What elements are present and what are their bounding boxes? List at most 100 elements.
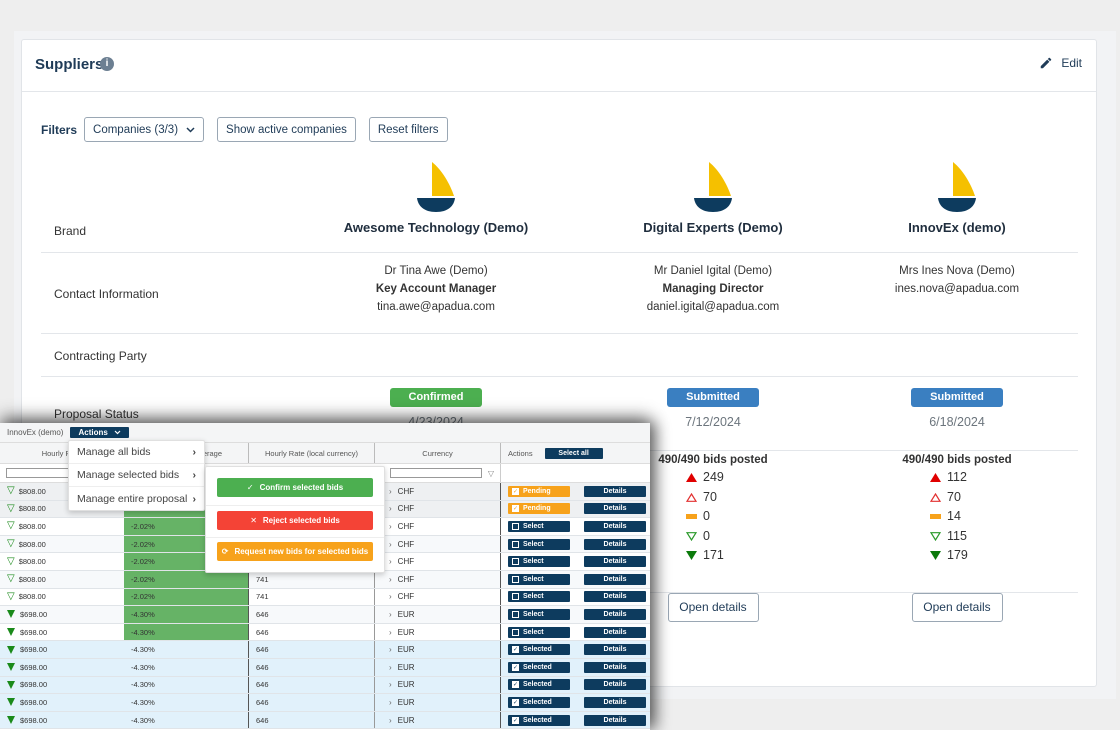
- menu-item-manage-all-bids[interactable]: Manage all bids ›: [69, 441, 204, 464]
- select-bid-toggle[interactable]: Select: [508, 626, 570, 638]
- details-button[interactable]: Details: [584, 626, 646, 638]
- triangle-down-outline-icon: ▽: [7, 573, 15, 585]
- select-bid-toggle[interactable]: ✓ Pending: [508, 485, 570, 497]
- triangle-up-filled-red-icon: [929, 473, 941, 483]
- select-bid-toggle[interactable]: Select: [508, 556, 570, 568]
- details-button[interactable]: Details: [584, 608, 646, 620]
- details-button[interactable]: Details: [584, 714, 646, 726]
- cell-currency[interactable]: › EUR: [375, 711, 501, 729]
- table-row: $698.00 -4.30% 646 › EUR ✓ Selected Details: [0, 641, 650, 659]
- details-button[interactable]: Details: [584, 556, 646, 568]
- bid-stat: 112: [847, 468, 1067, 488]
- select-bid-toggle[interactable]: Select: [508, 591, 570, 603]
- deviation-value: -4.30%: [131, 662, 155, 672]
- info-icon[interactable]: i: [100, 57, 114, 71]
- cell-currency[interactable]: › EUR: [375, 694, 501, 711]
- cell-currency[interactable]: › EUR: [375, 658, 501, 676]
- details-button[interactable]: Details: [584, 573, 646, 585]
- confirm-selected-bids-button[interactable]: ✓ Confirm selected bids: [217, 478, 373, 497]
- cell-hourly-rate: ▽ $808.00: [0, 553, 124, 570]
- chevron-right-icon: ›: [389, 715, 392, 725]
- status-badge: Confirmed: [390, 388, 482, 407]
- details-button[interactable]: Details: [584, 644, 646, 656]
- select-state-label: Selected: [523, 663, 552, 671]
- cell-currency[interactable]: › EUR: [375, 623, 501, 641]
- select-bid-toggle[interactable]: ✓ Selected: [508, 714, 570, 726]
- chevron-right-icon: ›: [389, 662, 392, 672]
- edit-button[interactable]: Edit: [1039, 56, 1082, 70]
- bid-stat: 70: [847, 488, 1067, 508]
- deviation-value: -4.30%: [131, 715, 155, 725]
- cell-currency[interactable]: › EUR: [375, 676, 501, 694]
- triangle-down-outline-icon: ▽: [7, 502, 15, 514]
- cell-local-rate: 646: [249, 676, 375, 694]
- cell-actions: ✓ Pending Details: [501, 501, 650, 518]
- select-all-button[interactable]: Select all: [544, 447, 603, 459]
- cell-hourly-rate: $698.00: [0, 641, 124, 658]
- actions-dropdown-button[interactable]: Actions: [70, 427, 129, 438]
- cell-currency[interactable]: › CHF: [375, 588, 501, 606]
- edit-label: Edit: [1061, 56, 1082, 70]
- select-state-label: Select: [523, 575, 544, 583]
- menu-item-manage-entire-proposal[interactable]: Manage entire proposal ›: [69, 487, 204, 510]
- select-bid-toggle[interactable]: ✓ Selected: [508, 696, 570, 708]
- open-details-button[interactable]: Open details: [911, 592, 1003, 622]
- menu-item-label: Manage entire proposal: [77, 492, 188, 505]
- table-row: ▽$808.00 -2.02% 741 › CHF Select Details: [0, 588, 650, 607]
- select-bid-toggle[interactable]: ✓ Selected: [508, 644, 570, 656]
- details-button[interactable]: Details: [584, 538, 646, 550]
- filter-icon[interactable]: ▽: [488, 469, 494, 478]
- open-details-button[interactable]: Open details: [667, 592, 759, 622]
- select-bid-toggle[interactable]: Select: [508, 520, 570, 532]
- chevron-right-icon: ›: [192, 446, 197, 458]
- cell-currency[interactable]: › CHF: [375, 483, 501, 500]
- show-active-companies-button[interactable]: Show active companies: [217, 117, 356, 142]
- details-button[interactable]: Details: [584, 503, 646, 515]
- cell-currency[interactable]: › CHF: [375, 500, 501, 518]
- chevron-right-icon: ›: [389, 504, 392, 514]
- column-header-currency[interactable]: Currency: [375, 443, 501, 463]
- select-bid-toggle[interactable]: Select: [508, 573, 570, 585]
- bid-stat-value: 0: [703, 528, 710, 543]
- details-button[interactable]: Details: [584, 679, 646, 691]
- button-label: Reject selected bids: [262, 516, 340, 525]
- select-bid-toggle[interactable]: Select: [508, 538, 570, 550]
- cell-currency[interactable]: › EUR: [375, 606, 501, 623]
- cell-currency[interactable]: › CHF: [375, 518, 501, 535]
- details-button[interactable]: Details: [584, 520, 646, 532]
- details-button[interactable]: Details: [584, 661, 646, 673]
- currency-value: CHF: [397, 557, 415, 567]
- menu-item-manage-selected-bids[interactable]: Manage selected bids ›: [69, 464, 204, 487]
- reset-filters-button[interactable]: Reset filters: [368, 117, 448, 142]
- details-button[interactable]: Details: [584, 696, 646, 708]
- currency-filter-input[interactable]: [389, 468, 482, 478]
- close-icon: ✕: [250, 516, 257, 525]
- triangle-down-filled-icon: [7, 680, 15, 689]
- select-bid-toggle[interactable]: ✓ Pending: [508, 503, 570, 515]
- triangle-up-filled-red-icon: [685, 473, 697, 483]
- select-bid-toggle[interactable]: ✓ Selected: [508, 679, 570, 691]
- details-button[interactable]: Details: [584, 591, 646, 603]
- currency-value: EUR: [397, 609, 415, 619]
- select-bid-toggle[interactable]: ✓ Selected: [508, 661, 570, 673]
- cell-currency[interactable]: › CHF: [375, 553, 501, 570]
- select-bid-toggle[interactable]: Select: [508, 608, 570, 620]
- table-row: $698.00 -4.30% 646 › EUR Select Details: [0, 606, 650, 624]
- column-header-local-rate[interactable]: Hourly Rate (local currency): [249, 443, 375, 463]
- actions-column-label: Actions: [508, 448, 533, 458]
- request-new-bids-button[interactable]: ⟳ Request new bids for selected bids: [217, 542, 373, 561]
- cell-hourly-rate: $698.00: [0, 606, 124, 623]
- companies-dropdown[interactable]: Companies (3/3): [84, 117, 205, 142]
- local-rate-value: 741: [256, 592, 269, 602]
- cell-currency[interactable]: › CHF: [375, 570, 501, 588]
- triangle-down-filled-icon: [7, 698, 15, 707]
- table-row: $698.00 -4.30% 646 › EUR Select Details: [0, 623, 650, 642]
- cell-currency[interactable]: › CHF: [375, 535, 501, 553]
- cell-hourly-rate: ▽ $808.00: [0, 518, 124, 535]
- details-button[interactable]: Details: [584, 485, 646, 497]
- cell-actions: Select Details: [501, 624, 650, 641]
- cell-currency[interactable]: › EUR: [375, 641, 501, 658]
- refresh-icon: ⟳: [221, 547, 229, 556]
- supplier-column: InnovEx (demo) Mrs Ines Nova (Demo) ines…: [847, 158, 1067, 622]
- reject-selected-bids-button[interactable]: ✕ Reject selected bids: [217, 511, 373, 530]
